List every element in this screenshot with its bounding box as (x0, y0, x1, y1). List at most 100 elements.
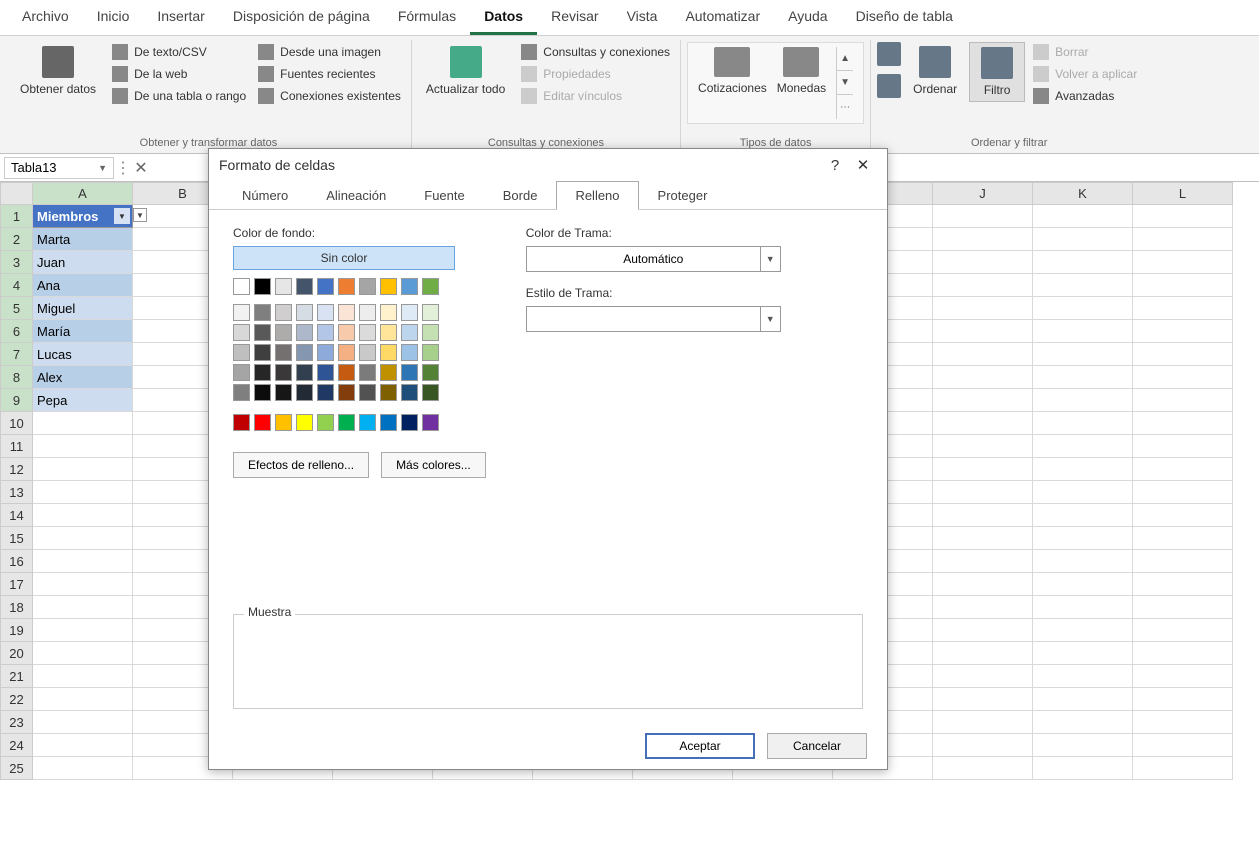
close-button[interactable]: ✕ (849, 151, 877, 179)
row-header[interactable]: 10 (1, 412, 33, 435)
efectos-relleno-button[interactable]: Efectos de relleno... (233, 452, 369, 478)
color-swatch[interactable] (338, 344, 355, 361)
color-swatch[interactable] (359, 304, 376, 321)
chevron-down-icon[interactable]: ▼ (98, 163, 107, 173)
color-swatch[interactable] (317, 278, 334, 295)
name-box[interactable]: Tabla13 ▼ (4, 157, 114, 179)
sin-color-button[interactable]: Sin color (233, 246, 455, 270)
mas-colores-button[interactable]: Más colores... (381, 452, 486, 478)
row-header[interactable]: 6 (1, 320, 33, 343)
color-swatch[interactable] (275, 344, 292, 361)
aceptar-button[interactable]: Aceptar (645, 733, 755, 759)
row-header[interactable]: 24 (1, 734, 33, 757)
color-swatch[interactable] (275, 384, 292, 401)
row-header[interactable]: 23 (1, 711, 33, 734)
row-header[interactable]: 12 (1, 458, 33, 481)
color-swatch[interactable] (254, 324, 271, 341)
color-swatch[interactable] (296, 324, 313, 341)
table-cell[interactable]: Marta (33, 228, 133, 251)
tipos-up-button[interactable]: ▲ (837, 47, 853, 71)
row-header[interactable]: 1 (1, 205, 33, 228)
color-swatch[interactable] (254, 364, 271, 381)
tipos-down-button[interactable]: ▼ (837, 71, 853, 95)
color-swatch[interactable] (296, 304, 313, 321)
estilo-trama-combo[interactable]: ▼ (526, 306, 781, 332)
color-swatch[interactable] (380, 304, 397, 321)
desde-imagen-button[interactable]: Desde una imagen (254, 42, 405, 62)
chevron-down-icon[interactable]: ▼ (760, 247, 780, 271)
color-swatch[interactable] (296, 364, 313, 381)
color-swatch[interactable] (317, 364, 334, 381)
tab-fuente[interactable]: Fuente (405, 181, 483, 210)
color-swatch[interactable] (317, 304, 334, 321)
row-header[interactable]: 22 (1, 688, 33, 711)
color-swatch[interactable] (338, 324, 355, 341)
table-cell[interactable]: Alex (33, 366, 133, 389)
fuentes-recientes-button[interactable]: Fuentes recientes (254, 64, 405, 84)
color-swatch[interactable] (338, 304, 355, 321)
color-swatch[interactable] (338, 364, 355, 381)
tab-proteger[interactable]: Proteger (639, 181, 727, 210)
color-swatch[interactable] (380, 324, 397, 341)
row-header[interactable]: 21 (1, 665, 33, 688)
propiedades-button[interactable]: Propiedades (517, 64, 674, 84)
col-header-a[interactable]: A (33, 183, 133, 205)
color-swatch[interactable] (275, 364, 292, 381)
cotizaciones-button[interactable]: Cotizaciones (698, 47, 767, 95)
tab-revisar[interactable]: Revisar (537, 0, 612, 35)
avanzadas-button[interactable]: Avanzadas (1029, 86, 1141, 106)
cancelar-button[interactable]: Cancelar (767, 733, 867, 759)
table-cell[interactable]: Juan (33, 251, 133, 274)
select-all-corner[interactable] (1, 183, 33, 205)
color-swatch[interactable] (296, 384, 313, 401)
row-header[interactable]: 18 (1, 596, 33, 619)
color-swatch[interactable] (422, 384, 439, 401)
sort-desc-icon[interactable] (877, 74, 901, 98)
tab-alineacion[interactable]: Alineación (307, 181, 405, 210)
color-swatch[interactable] (254, 414, 271, 431)
col-header-j[interactable]: J (933, 183, 1033, 205)
conexiones-existentes-button[interactable]: Conexiones existentes (254, 86, 405, 106)
color-swatch[interactable] (275, 304, 292, 321)
tab-automatizar[interactable]: Automatizar (671, 0, 774, 35)
color-swatch[interactable] (233, 384, 250, 401)
tab-borde[interactable]: Borde (484, 181, 557, 210)
tab-formulas[interactable]: Fórmulas (384, 0, 470, 35)
color-swatch[interactable] (233, 324, 250, 341)
color-swatch[interactable] (359, 364, 376, 381)
consultas-conexiones-button[interactable]: Consultas y conexiones (517, 42, 674, 62)
color-swatch[interactable] (380, 414, 397, 431)
row-header[interactable]: 3 (1, 251, 33, 274)
color-swatch[interactable] (359, 278, 376, 295)
color-swatch[interactable] (338, 278, 355, 295)
color-swatch[interactable] (296, 344, 313, 361)
color-swatch[interactable] (422, 324, 439, 341)
row-header[interactable]: 5 (1, 297, 33, 320)
tab-disposicion[interactable]: Disposición de página (219, 0, 384, 35)
color-trama-combo[interactable]: Automático ▼ (526, 246, 781, 272)
color-swatch[interactable] (254, 384, 271, 401)
obtener-datos-button[interactable]: Obtener datos (12, 42, 104, 100)
color-swatch[interactable] (401, 344, 418, 361)
sort-asc-icon[interactable] (877, 42, 901, 66)
color-swatch[interactable] (254, 304, 271, 321)
table-header-cell[interactable]: Miembros▼ (33, 205, 133, 228)
de-la-web-button[interactable]: De la web (108, 64, 250, 84)
row-header[interactable]: 14 (1, 504, 33, 527)
actualizar-todo-button[interactable]: Actualizar todo (418, 42, 513, 100)
volver-aplicar-button[interactable]: Volver a aplicar (1029, 64, 1141, 84)
color-swatch[interactable] (401, 384, 418, 401)
row-header[interactable]: 4 (1, 274, 33, 297)
row-header[interactable]: 11 (1, 435, 33, 458)
tab-numero[interactable]: Número (223, 181, 307, 210)
table-cell[interactable]: Lucas (33, 343, 133, 366)
color-swatch[interactable] (401, 414, 418, 431)
row-header[interactable]: 15 (1, 527, 33, 550)
filtro-button[interactable]: Filtro (969, 42, 1025, 102)
color-swatch[interactable] (275, 414, 292, 431)
color-swatch[interactable] (422, 414, 439, 431)
tipos-more-button[interactable]: ⋯ (837, 95, 853, 119)
ordenar-button[interactable]: Ordenar (905, 42, 965, 100)
row-header[interactable]: 7 (1, 343, 33, 366)
borrar-filtro-button[interactable]: Borrar (1029, 42, 1141, 62)
